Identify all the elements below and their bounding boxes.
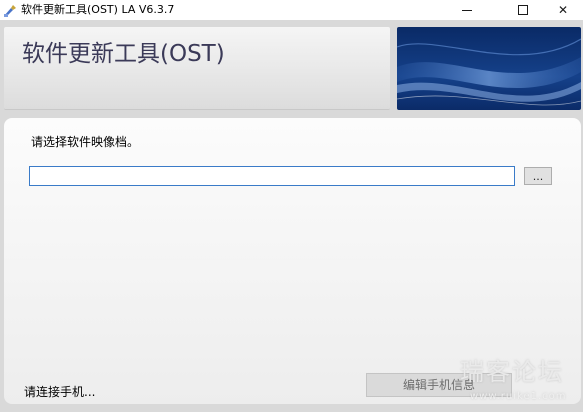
status-text: 请连接手机...: [24, 385, 96, 399]
close-button[interactable]: ✕: [543, 0, 583, 20]
app-icon: [3, 3, 17, 17]
app-title: 软件更新工具(OST): [22, 41, 225, 67]
close-icon: ✕: [557, 3, 569, 17]
window-title: 软件更新工具(OST) LA V6.3.7: [21, 3, 175, 16]
edit-phone-info-button[interactable]: 编辑手机信息: [366, 373, 512, 397]
minimize-button[interactable]: [444, 0, 490, 20]
browse-button[interactable]: ...: [524, 167, 552, 185]
header-art: [397, 27, 581, 110]
instruction-label: 请选择软件映像档。: [31, 135, 140, 149]
main-panel: [4, 118, 581, 404]
minimize-icon: [462, 9, 472, 11]
maximize-icon: [518, 5, 528, 15]
maximize-button[interactable]: [500, 0, 546, 20]
image-path-input[interactable]: [29, 166, 515, 186]
header-banner: 软件更新工具(OST): [4, 27, 390, 110]
title-bar: 软件更新工具(OST) LA V6.3.7 ✕: [0, 0, 583, 20]
